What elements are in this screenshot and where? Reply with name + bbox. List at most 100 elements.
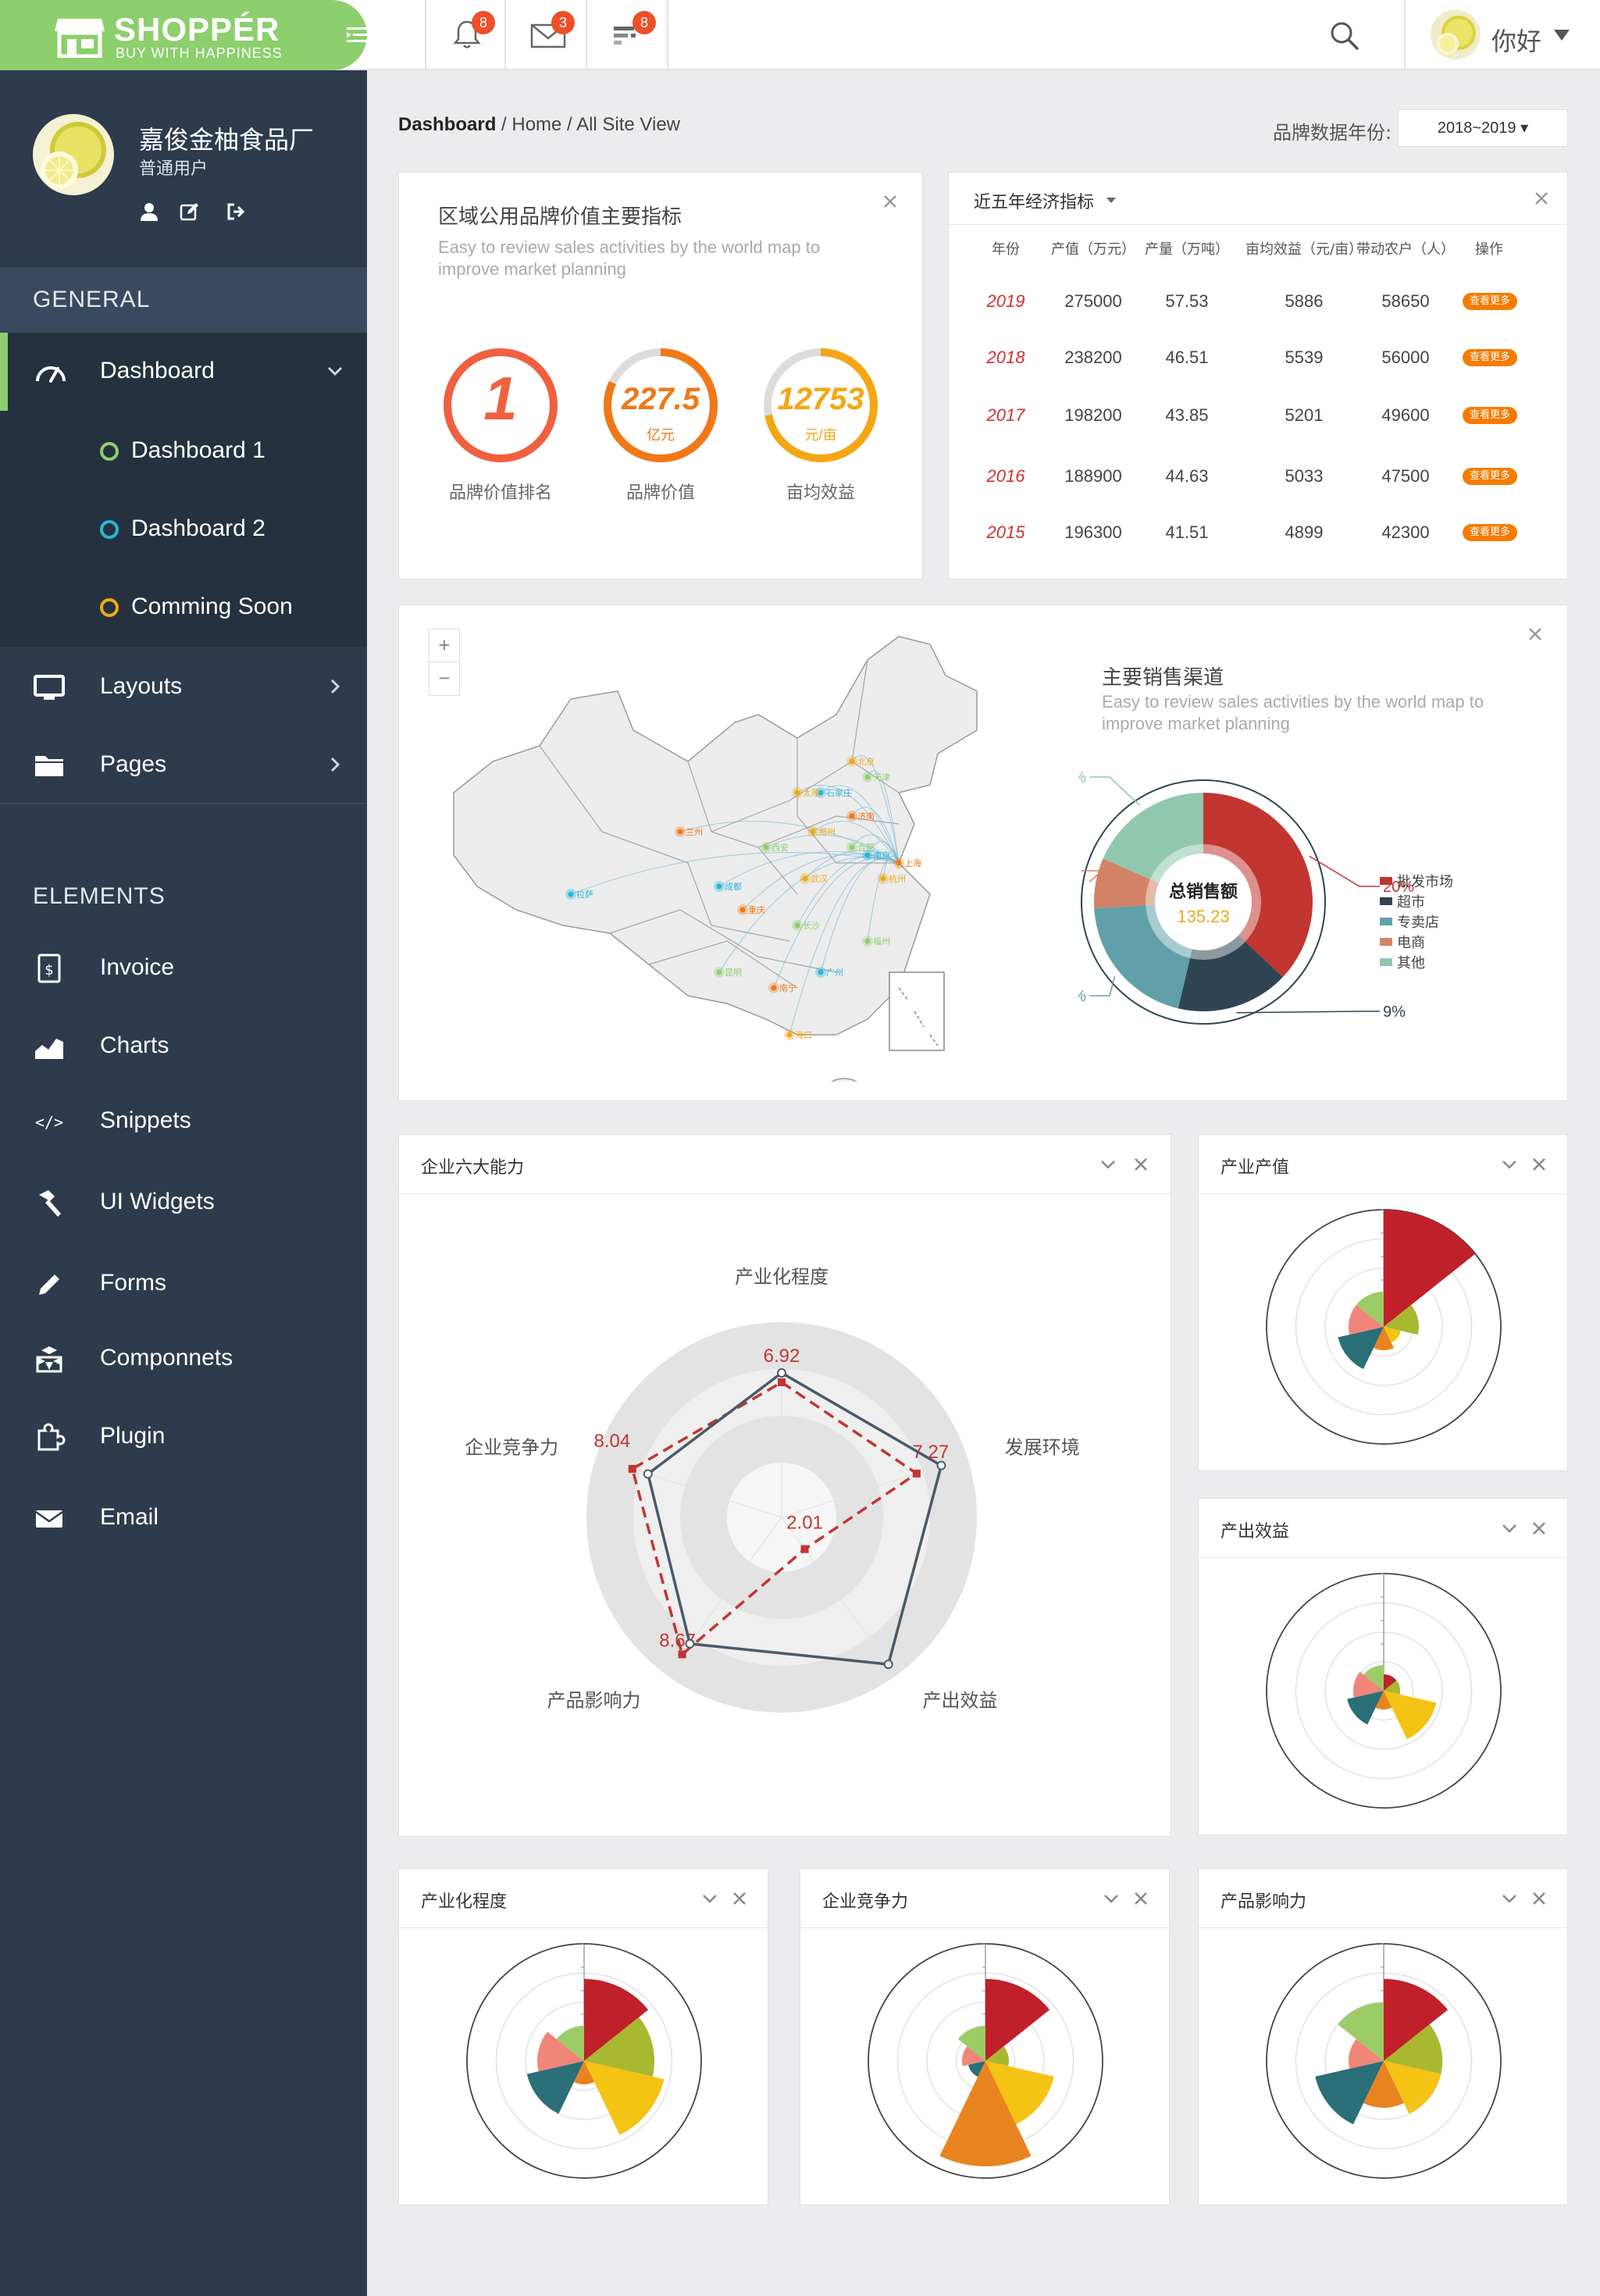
sales-donut-chart[interactable]: 20%9%11%4%10%总销售额135.23批发市场超市专卖店电商其他: [1078, 746, 1547, 1074]
collapse-icon[interactable]: [1500, 1155, 1519, 1174]
sidebar-item-label: Snippets: [100, 1107, 191, 1133]
panel-title: 产业产值: [1220, 1158, 1290, 1178]
sidebar-item-snippets[interactable]: </> Snippets: [0, 1082, 367, 1160]
search-icon[interactable]: [1327, 19, 1362, 53]
messages-button[interactable]: 3: [506, 0, 587, 70]
close-icon[interactable]: [1530, 1519, 1548, 1538]
polar-bar-chart[interactable]: [1199, 1930, 1569, 2205]
city-point: [771, 985, 777, 991]
profile-role: 普通用户: [139, 159, 208, 179]
polar-bar-chart[interactable]: [800, 1930, 1171, 2205]
sidebar-item-label: Invoice: [100, 954, 175, 980]
cubes-icon: [36, 1346, 62, 1373]
legend-swatch: [1380, 897, 1392, 905]
sidebar-item-forms[interactable]: Forms: [0, 1245, 367, 1323]
top-header: SHOPPÉR BUY WITH HAPPINESS 8 3 8 你好: [0, 0, 1600, 70]
chevron-right-icon: [330, 757, 340, 772]
logout-icon[interactable]: [226, 201, 247, 222]
kpi-title: 区域公用品牌价值主要指标: [438, 205, 682, 229]
panel-title: 产业化程度: [421, 1892, 508, 1912]
collapse-icon[interactable]: [1099, 1155, 1117, 1174]
south-sea-inset: [889, 972, 945, 1051]
profile-avatar: [33, 114, 114, 195]
view-more-button[interactable]: 查看更多: [1463, 468, 1517, 485]
submenu-item-dashboard-2[interactable]: Dashboard 2: [0, 489, 367, 567]
city-point: [786, 1032, 793, 1038]
sidebar-item-invoice[interactable]: $ Invoice: [0, 929, 367, 1007]
radar-chart[interactable]: 产业化程度发展环境产出效益产品影响力企业竞争力6.927.272.018.678…: [399, 1196, 1172, 1836]
sidebar-item-dashboard[interactable]: Dashboard: [0, 333, 367, 411]
submenu-item-dashboard-1[interactable]: Dashboard 1: [0, 411, 367, 489]
polar-card-output: 产业产值: [1198, 1134, 1568, 1471]
sidebar-item-charts[interactable]: Charts: [0, 1007, 367, 1086]
caret-down-icon[interactable]: [1106, 198, 1116, 203]
user-icon[interactable]: [139, 201, 159, 222]
sidebar-item-plugin[interactable]: Plugin: [0, 1398, 367, 1476]
city-point: [716, 883, 722, 890]
polar-card-compete: 企业竞争力: [800, 1868, 1170, 2205]
kpi-gauge-label: 品牌价值排名: [448, 483, 552, 503]
sidebar-item-email[interactable]: Email: [0, 1479, 367, 1557]
year-select[interactable]: 2018~2019 ▾: [1398, 109, 1568, 147]
notifications-button[interactable]: 8: [425, 0, 506, 70]
collapse-icon[interactable]: [1102, 1889, 1121, 1908]
view-more-button[interactable]: 查看更多: [1463, 407, 1517, 424]
sidebar-item-label: Plugin: [100, 1423, 166, 1449]
panel-title: 产出效益: [1220, 1522, 1290, 1542]
view-more-button[interactable]: 查看更多: [1463, 349, 1517, 366]
collapse-icon[interactable]: [1500, 1889, 1519, 1908]
sidebar-item-layouts[interactable]: Layouts: [0, 648, 367, 726]
sidebar-item-pages[interactable]: Pages: [0, 726, 367, 804]
brand-slogan: BUY WITH HAPPINESS: [116, 45, 283, 61]
city-label: 南京: [873, 850, 890, 861]
city-point: [763, 844, 769, 850]
table-header-cell: 亩均效益（元/亩）: [1245, 241, 1363, 258]
donut-label-line: [1089, 776, 1141, 806]
menu-toggle-icon[interactable]: [344, 23, 375, 47]
china-map[interactable]: 北京天津石家庄济南郑州西安成都重庆 武汉长沙 南京上海杭州福州广州南宁海口 昆明 拉萨 兰…: [430, 629, 1024, 1082]
user-menu[interactable]: 你好: [1404, 0, 1600, 70]
card-header: 企业六大能力: [399, 1135, 1171, 1194]
table-header-cell: 带动农户（人）: [1356, 241, 1455, 258]
tasks-button[interactable]: 8: [587, 0, 668, 70]
city-label: 福州: [873, 936, 890, 947]
radar-point: [778, 1378, 786, 1386]
radar-title: 企业六大能力: [421, 1158, 525, 1178]
kpi-gauge-value: 12753: [777, 382, 864, 416]
close-icon[interactable]: [1530, 1155, 1548, 1174]
radar-point: [777, 1368, 786, 1378]
table-cell: 58650: [1381, 291, 1430, 311]
card-header: 产业产值: [1199, 1135, 1567, 1194]
city-label: 海口: [795, 1029, 812, 1040]
radar-point: [800, 1545, 809, 1553]
sidebar-item-label: Email: [100, 1504, 159, 1530]
table-cell: 41.51: [1165, 522, 1209, 542]
close-icon[interactable]: [730, 1889, 749, 1908]
collapse-icon[interactable]: [1500, 1519, 1519, 1538]
breadcrumb-current[interactable]: Dashboard: [398, 114, 496, 135]
brand-logo[interactable]: SHOPPÉR BUY WITH HAPPINESS: [0, 0, 370, 70]
polar-bar-chart[interactable]: [1199, 1560, 1569, 1834]
legend-label: 批发市场: [1397, 874, 1453, 890]
edit-icon[interactable]: [180, 201, 200, 222]
puzzle-icon: [37, 1423, 66, 1451]
collapse-icon[interactable]: [700, 1889, 719, 1908]
polar-bar-chart[interactable]: [1199, 1196, 1569, 1471]
close-icon[interactable]: [1533, 190, 1550, 207]
view-more-button[interactable]: 查看更多: [1463, 524, 1517, 541]
pencil-icon: [39, 1275, 59, 1295]
sidebar-item-ui-widgets[interactable]: UI Widgets: [0, 1164, 367, 1242]
close-icon[interactable]: [1131, 1889, 1150, 1908]
invoice-icon: $: [37, 954, 61, 983]
close-icon[interactable]: [1527, 626, 1544, 643]
polar-bar-chart[interactable]: [399, 1930, 769, 2205]
economy-title[interactable]: 近五年经济指标: [974, 188, 1094, 213]
close-icon[interactable]: [1530, 1889, 1548, 1908]
radar-point: [883, 1660, 893, 1670]
close-icon[interactable]: [882, 193, 899, 210]
close-icon[interactable]: [1131, 1155, 1150, 1174]
submenu-item-comming-soon[interactable]: Comming Soon: [0, 567, 367, 645]
view-more-button[interactable]: 查看更多: [1463, 293, 1517, 310]
polar-card-influence: 产品影响力: [1198, 1868, 1568, 2205]
sidebar-item-componnets[interactable]: Componnets: [0, 1320, 367, 1398]
